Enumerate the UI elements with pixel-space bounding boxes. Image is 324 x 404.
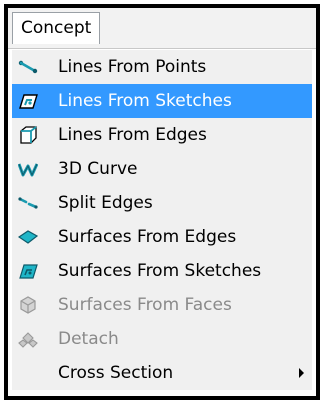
menu-item-surfaces-from-faces[interactable]: Surfaces From Faces — [12, 288, 312, 322]
split-edges-icon — [18, 197, 38, 209]
menu-item-label: Surfaces From Sketches — [58, 261, 262, 281]
menu-item-label: Lines From Edges — [58, 125, 207, 145]
menu-item-lines-from-sketches[interactable]: Lines From Sketches — [12, 84, 312, 118]
menu-bar: Concept — [8, 8, 316, 49]
menu-item-label: Surfaces From Faces — [58, 295, 232, 315]
menu-concept[interactable]: Concept — [12, 12, 101, 44]
menu-item-label: Lines From Points — [58, 57, 207, 77]
menu-item-label: Surfaces From Edges — [58, 227, 237, 247]
line-from-sketch-icon — [19, 94, 38, 109]
concept-dropdown-menu: Lines From Points Lines From Sketches Li… — [12, 50, 312, 390]
3d-curve-icon — [18, 163, 38, 177]
menu-item-surfaces-from-sketches[interactable]: Surfaces From Sketches — [12, 254, 312, 288]
menu-item-label: Lines From Sketches — [58, 91, 232, 111]
detach-icon — [18, 332, 38, 348]
menu-item-label: Split Edges — [58, 193, 153, 213]
menu-item-detach[interactable]: Detach — [12, 322, 312, 356]
surface-from-faces-icon — [20, 296, 36, 314]
menu-item-label: Detach — [58, 329, 119, 349]
menu-item-label: 3D Curve — [58, 159, 138, 179]
surface-from-sketch-icon — [19, 264, 38, 279]
menu-item-lines-from-points[interactable]: Lines From Points — [12, 50, 312, 84]
menu-item-cross-section[interactable]: Cross Section — [12, 356, 312, 390]
window-frame: Concept Lines From Points Lines From Ske… — [4, 4, 320, 400]
menu-item-label: Cross Section — [58, 363, 174, 383]
submenu-arrow-icon — [299, 368, 304, 378]
menu-item-surfaces-from-edges[interactable]: Surfaces From Edges — [12, 220, 312, 254]
menu-item-3d-curve[interactable]: 3D Curve — [12, 152, 312, 186]
surface-from-edges-icon — [18, 230, 38, 244]
menu-item-split-edges[interactable]: Split Edges — [12, 186, 312, 220]
menu-item-lines-from-edges[interactable]: Lines From Edges — [12, 118, 312, 152]
line-from-edges-icon — [20, 126, 37, 144]
line-from-points-icon — [18, 60, 38, 74]
